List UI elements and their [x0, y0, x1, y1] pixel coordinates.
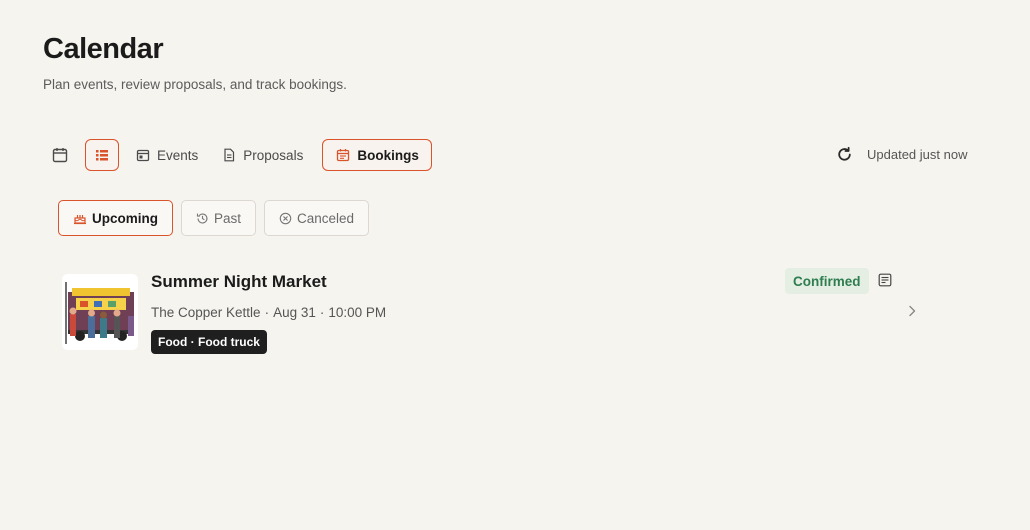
- filter-past[interactable]: Past: [181, 200, 257, 236]
- cancel-circle-icon: [279, 212, 292, 224]
- event-meta: The Copper Kettle · Aug 31 · 10:00 PM: [151, 305, 386, 320]
- history-icon: [196, 212, 208, 223]
- refresh-icon[interactable]: [836, 146, 853, 163]
- refresh-status: Updated just now: [836, 146, 967, 163]
- calendar-check-icon: [337, 149, 350, 162]
- list-view-button[interactable]: [85, 139, 119, 171]
- event-time: 10:00 PM: [328, 305, 387, 320]
- view-switcher: Events Proposals Bookings: [43, 138, 434, 172]
- page-title: Calendar: [43, 33, 164, 65]
- filter-canceled[interactable]: Canceled: [264, 200, 370, 236]
- booking-filter-bar: Upcoming Past Canceled: [58, 200, 377, 236]
- event-thumbnail: [62, 274, 138, 350]
- meta-separator: ·: [319, 305, 325, 320]
- event-category-tag: Food · Food truck: [151, 330, 267, 354]
- notes-icon[interactable]: [878, 273, 892, 287]
- tab-bookings-label: Bookings: [357, 147, 419, 163]
- booking-card[interactable]: Summer Night Market The Copper Kettle · Au…: [60, 266, 930, 358]
- tab-proposals-label: Proposals: [243, 147, 304, 163]
- filter-upcoming-label: Upcoming: [92, 210, 158, 226]
- event-venue: The Copper Kettle: [151, 305, 261, 320]
- tab-events[interactable]: Events: [127, 139, 211, 171]
- chevron-right-icon[interactable]: [906, 304, 918, 318]
- filter-upcoming[interactable]: Upcoming: [58, 200, 173, 236]
- food-truck-illustration: [62, 274, 138, 350]
- document-icon: [224, 148, 235, 162]
- updated-status-text: Updated just now: [867, 147, 968, 162]
- cake-icon: [74, 215, 86, 225]
- calendar-view-button[interactable]: [43, 139, 77, 171]
- calendar-icon: [52, 148, 68, 163]
- tab-events-label: Events: [157, 147, 199, 163]
- filter-past-label: Past: [214, 210, 242, 226]
- meta-separator: ·: [264, 305, 270, 320]
- event-title[interactable]: Summer Night Market: [151, 272, 327, 292]
- tab-bookings[interactable]: Bookings: [322, 139, 432, 171]
- page-subtitle: Plan events, review proposals, and track…: [43, 77, 347, 92]
- calendar-event-icon: [136, 149, 150, 162]
- tab-proposals[interactable]: Proposals: [213, 139, 316, 171]
- filter-canceled-label: Canceled: [297, 210, 355, 226]
- status-badge: Confirmed: [785, 268, 869, 294]
- event-date: Aug 31: [273, 305, 316, 320]
- list-icon: [96, 150, 108, 161]
